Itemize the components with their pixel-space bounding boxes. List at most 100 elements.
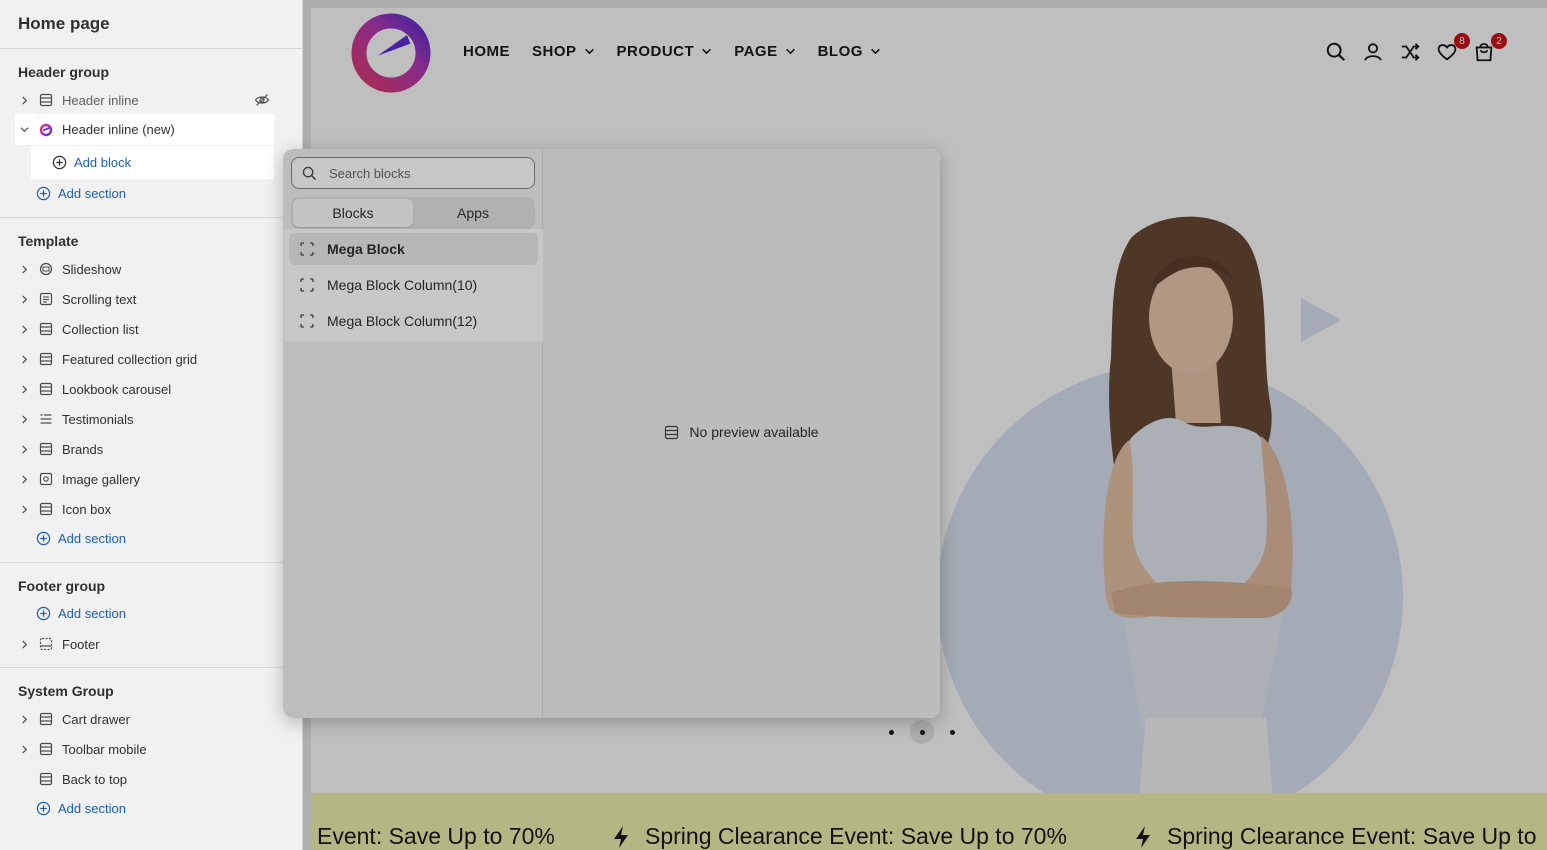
chevron-down-icon <box>584 48 594 55</box>
sidebar-item-footer[interactable]: Footer <box>18 629 274 659</box>
sidebar-item-testimonials[interactable]: Testimonials <box>18 404 274 434</box>
block-item-mega-block-column-10[interactable]: Mega Block Column(10) <box>289 269 538 301</box>
search-icon <box>1326 42 1346 62</box>
sidebar-item-toolbar-mobile[interactable]: Toolbar mobile <box>18 734 274 764</box>
block-picker-popover: Blocks Apps Mega Block Mega Block Column(… <box>283 149 940 718</box>
sidebar-item-label: Brands <box>62 441 104 457</box>
block-item-mega-block[interactable]: Mega Block <box>289 233 538 265</box>
nav-item-label: SHOP <box>532 43 577 60</box>
block-list: Mega Block Mega Block Column(10) Mega Bloc… <box>284 229 543 342</box>
sidebar-item-label: Icon box <box>62 501 112 517</box>
search-blocks-field[interactable] <box>291 157 535 189</box>
sidebar-item-cart-drawer[interactable]: Cart drawer <box>18 704 274 734</box>
scrolling-text-bar: Event: Save Up to 70% Spring Clearance E… <box>311 793 1547 850</box>
chevron-right-icon[interactable] <box>18 263 30 275</box>
sidebar-item-header-inline-new[interactable]: Header inline (new) <box>15 114 274 145</box>
sidebar-item-label: Cart drawer <box>62 711 130 727</box>
nav-item-label: PAGE <box>734 43 778 60</box>
eye-hidden-icon[interactable] <box>254 92 270 108</box>
compare-button[interactable] <box>1399 41 1423 65</box>
add-section-button[interactable]: Add section <box>36 526 126 550</box>
marquee-text: Spring Clearance Event: Save Up to <box>1167 823 1537 849</box>
search-blocks-input[interactable] <box>329 165 529 181</box>
add-section-button[interactable]: Add section <box>36 181 126 205</box>
cart-button[interactable]: 2 <box>1473 33 1507 65</box>
user-icon <box>1364 43 1382 61</box>
chevron-right-icon[interactable] <box>18 743 30 755</box>
sidebar-item-scrolling-text[interactable]: Scrolling text <box>18 284 274 314</box>
nav-item-label: PRODUCT <box>616 43 695 60</box>
nav-item-product[interactable]: PRODUCT <box>617 43 713 60</box>
sidebar-item-label: Testimonials <box>62 411 134 427</box>
marquee-item: Spring Clearance Event: Save Up to 70% <box>611 823 1067 850</box>
sidebar-item-label: Collection list <box>62 321 139 337</box>
wishlist-button[interactable]: 8 <box>1436 33 1470 65</box>
chevron-right-icon[interactable] <box>18 383 30 395</box>
sidebar-item-back-to-top[interactable]: Back to top <box>18 764 274 794</box>
plus-circle-icon <box>36 186 51 200</box>
slide-pagination <box>889 720 955 744</box>
gallery-icon <box>38 471 54 487</box>
chevron-right-icon[interactable] <box>18 413 30 425</box>
sidebar-item-collection-list[interactable]: Collection list <box>18 314 274 344</box>
add-section-button[interactable]: Add section <box>36 796 126 820</box>
chevron-placeholder <box>18 773 30 785</box>
sidebar-item-featured-collection-grid[interactable]: Featured collection grid <box>18 344 274 374</box>
sidebar-item-brands[interactable]: Brands <box>18 434 274 464</box>
sidebar-item-slideshow[interactable]: Slideshow <box>18 254 274 284</box>
block-picker-list-panel: Blocks Apps Mega Block Mega Block Column(… <box>283 149 543 718</box>
search-button[interactable] <box>1325 41 1349 65</box>
block-frame-icon <box>300 314 314 328</box>
chevron-right-icon[interactable] <box>18 713 30 725</box>
tab-apps[interactable]: Apps <box>413 199 533 227</box>
add-block-button[interactable]: Add block <box>31 146 274 179</box>
lightning-icon <box>1136 825 1150 848</box>
add-section-label: Add section <box>58 800 126 816</box>
nav-item-shop[interactable]: SHOP <box>532 43 595 60</box>
chevron-right-icon[interactable] <box>18 503 30 515</box>
sidebar-item-icon-box[interactable]: Icon box <box>18 494 274 524</box>
cart-count-badge: 2 <box>1491 33 1507 49</box>
no-preview-message: No preview available <box>543 424 940 440</box>
chevron-right-icon[interactable] <box>18 353 30 365</box>
add-section-button[interactable]: Add section <box>36 601 126 625</box>
system-group-title: System Group <box>18 683 114 699</box>
section-icon <box>38 501 54 517</box>
no-preview-label: No preview available <box>689 424 819 440</box>
plus-circle-icon <box>52 155 67 170</box>
slide-dot-2[interactable] <box>910 720 934 744</box>
chevron-right-icon[interactable] <box>18 323 30 335</box>
section-icon <box>38 92 54 108</box>
chevron-right-icon[interactable] <box>18 638 30 650</box>
sidebar-item-lookbook-carousel[interactable]: Lookbook carousel <box>18 374 274 404</box>
app-logo-icon <box>38 122 54 138</box>
nav-item-page[interactable]: PAGE <box>734 43 795 60</box>
search-icon <box>302 166 317 180</box>
shuffle-icon <box>1401 43 1420 61</box>
footer-group-title: Footer group <box>18 578 106 594</box>
chevron-right-icon[interactable] <box>18 443 30 455</box>
slide-dot-1[interactable] <box>889 729 894 735</box>
chevron-right-icon[interactable] <box>18 94 30 106</box>
nav-item-home[interactable]: HOME <box>463 43 510 60</box>
text-icon <box>38 291 54 307</box>
main-nav: HOME SHOP PRODUCT PAGE BLOG <box>463 43 903 60</box>
sidebar-item-header-inline[interactable]: Header inline <box>18 85 274 115</box>
account-button[interactable] <box>1362 41 1386 65</box>
store-logo-icon[interactable] <box>351 13 431 93</box>
sidebar-item-image-gallery[interactable]: Image gallery <box>18 464 274 494</box>
sidebar-item-label: Lookbook carousel <box>62 381 172 397</box>
header-group-title: Header group <box>18 64 110 80</box>
chevron-right-icon[interactable] <box>18 473 30 485</box>
tab-blocks[interactable]: Blocks <box>293 199 413 227</box>
chevron-down-icon[interactable] <box>18 124 30 136</box>
nav-item-label: BLOG <box>817 43 863 60</box>
slide-dot-3[interactable] <box>950 729 955 735</box>
section-icon <box>665 425 679 439</box>
sidebar-item-label: Back to top <box>62 771 128 787</box>
chevron-right-icon[interactable] <box>18 293 30 305</box>
chevron-down-icon <box>871 48 880 55</box>
block-item-mega-block-column-12[interactable]: Mega Block Column(12) <box>289 305 538 337</box>
plus-circle-icon <box>36 606 51 620</box>
nav-item-blog[interactable]: BLOG <box>818 43 881 60</box>
